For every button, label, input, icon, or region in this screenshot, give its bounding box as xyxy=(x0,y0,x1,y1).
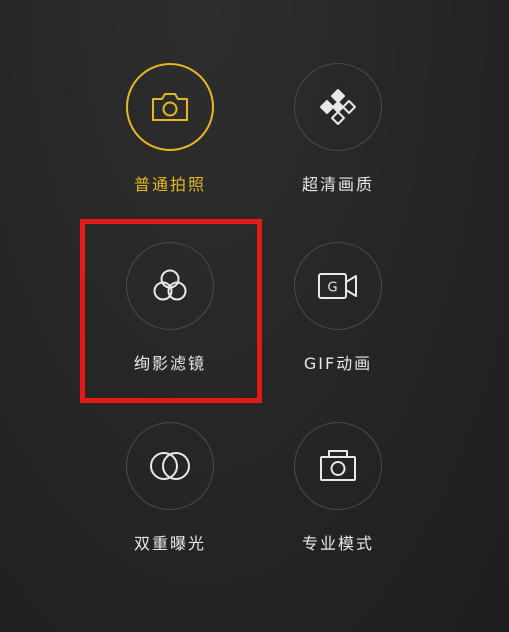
mode-gif[interactable]: G GIF动画 xyxy=(254,242,424,392)
highlight-box xyxy=(80,219,262,403)
camera-icon xyxy=(152,93,188,121)
mode-ultra-hd[interactable]: 超清画质 xyxy=(254,63,424,213)
mode-ultra-hd-circle[interactable] xyxy=(294,63,382,151)
pro-camera-icon xyxy=(320,450,356,481)
mode-label: GIF动画 xyxy=(303,354,373,373)
svg-text:G: G xyxy=(327,281,337,296)
mode-pro-circle[interactable] xyxy=(294,422,382,510)
mode-pro[interactable]: 专业模式 xyxy=(254,422,424,572)
gif-video-icon: G xyxy=(318,273,357,299)
mode-label: 专业模式 xyxy=(301,534,374,553)
diamond-grid-icon xyxy=(320,89,356,125)
double-exposure-icon xyxy=(150,452,190,480)
mode-label: 双重曝光 xyxy=(133,534,206,553)
mode-gif-circle[interactable]: G xyxy=(294,242,382,330)
mode-normal-photo-circle[interactable] xyxy=(126,63,214,151)
mode-label: 超清画质 xyxy=(301,175,374,194)
mode-double-exposure-circle[interactable] xyxy=(126,422,214,510)
mode-label: 普通拍照 xyxy=(133,175,206,194)
mode-double-exposure[interactable]: 双重曝光 xyxy=(86,422,256,572)
mode-normal-photo[interactable]: 普通拍照 xyxy=(86,63,256,213)
